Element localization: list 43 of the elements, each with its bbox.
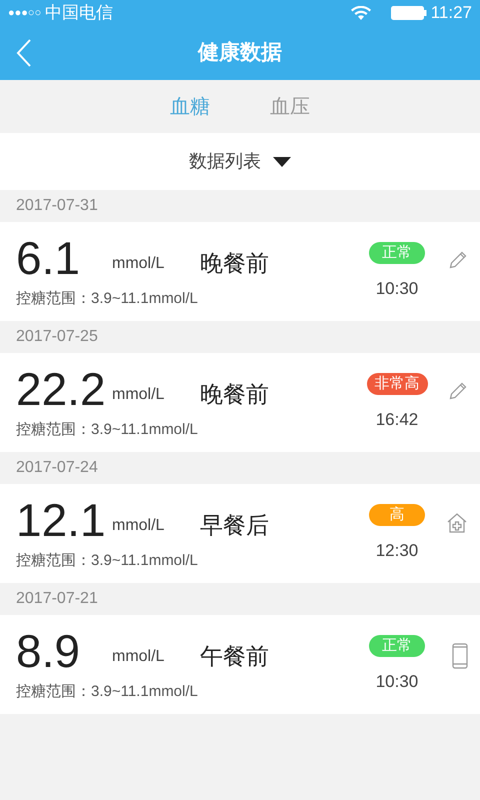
page-title: 健康数据: [198, 40, 282, 66]
record-time: 10:30: [376, 670, 418, 693]
meal-label: 午餐前: [200, 642, 269, 671]
meal-label: 早餐后: [200, 510, 269, 540]
date-heading: 2017-07-25: [16, 327, 98, 347]
status-badge: 高: [369, 504, 425, 526]
phone-icon[interactable]: [452, 643, 468, 669]
date-heading: 2017-07-24: [16, 458, 98, 478]
record-time: 10:30: [376, 278, 418, 300]
date-heading: 2017-07-21: [16, 589, 98, 609]
glucose-value: 6.1: [16, 232, 81, 284]
target-range: 控糖范围：3.9~11.1mmol/L: [16, 420, 199, 440]
signal-indicator: ●●●○○: [8, 6, 42, 21]
tab[interactable]: 血糖: [170, 92, 210, 122]
wifi-icon: [350, 6, 371, 20]
record-time: 16:42: [376, 408, 418, 431]
caret-icon: [273, 156, 291, 166]
tab[interactable]: 血压: [270, 92, 310, 122]
status-badge: 正常: [369, 242, 425, 264]
back-icon: [16, 39, 32, 67]
view-dropdown[interactable]: 数据列表: [0, 133, 480, 190]
status-badge: 非常高: [366, 372, 428, 395]
target-range: 控糖范围：3.9~11.1mmol/L: [16, 551, 199, 572]
unit-label: mmol/L: [112, 385, 166, 406]
glucose-value: 22.2: [16, 363, 107, 416]
date-heading: 2017-07-31: [16, 196, 98, 216]
meal-label: 晚餐前: [200, 380, 269, 409]
record-time: 12:30: [376, 540, 418, 562]
pencil-icon[interactable]: [448, 250, 468, 270]
target-range: 控糖范围：3.9~11.1mmol/L: [16, 682, 199, 702]
battery-icon: [390, 6, 427, 20]
unit-label: mmol/L: [112, 516, 166, 536]
unit-label: mmol/L: [112, 647, 166, 668]
meal-label: 晚餐前: [200, 248, 269, 278]
house-cross-icon[interactable]: [446, 512, 468, 534]
status-badge: 正常: [369, 634, 425, 657]
glucose-value: 8.9: [16, 625, 81, 678]
clock-time: 11:27: [430, 2, 472, 24]
pencil-icon[interactable]: [448, 381, 468, 401]
carrier-name: 中国电信: [45, 2, 114, 24]
target-range: 控糖范围：3.9~11.1mmol/L: [16, 289, 199, 310]
unit-label: mmol/L: [112, 254, 166, 274]
glucose-value: 12.1: [16, 494, 107, 546]
